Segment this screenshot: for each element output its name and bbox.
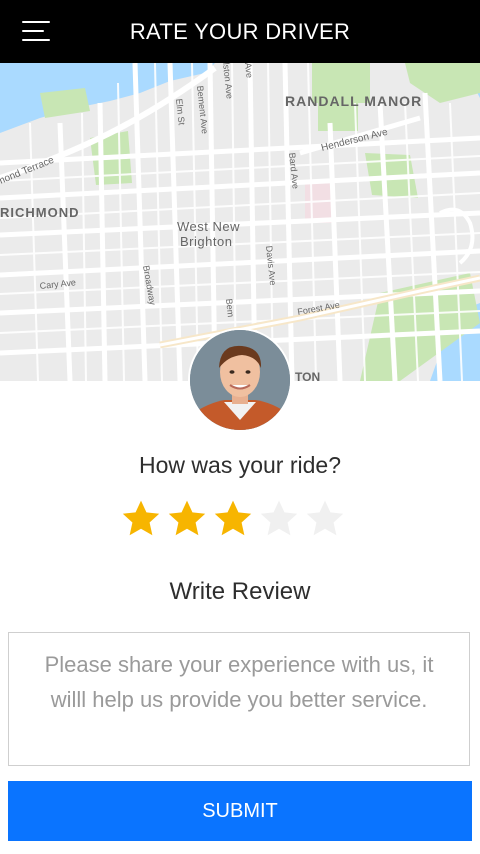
hamburger-menu-icon[interactable] — [22, 20, 50, 42]
review-input[interactable] — [9, 633, 469, 765]
star-empty-icon[interactable] — [304, 498, 346, 540]
map-label-bem: Bem — [224, 298, 236, 317]
page-title: RATE YOUR DRIVER — [129, 18, 351, 44]
submit-button[interactable]: SUBMIT — [8, 781, 472, 841]
review-box — [8, 632, 470, 766]
star-filled-icon[interactable] — [120, 498, 162, 540]
star-filled-icon[interactable] — [212, 498, 254, 540]
review-label: Write Review — [169, 578, 311, 605]
star-rating[interactable] — [120, 498, 350, 544]
map-label-partial: TON — [295, 370, 320, 381]
map-label-brighton: Brighton — [180, 234, 232, 249]
driver-avatar — [190, 330, 290, 430]
header-bar: RATE YOUR DRIVER — [0, 0, 480, 63]
rating-question: How was your ride? — [139, 452, 341, 478]
star-filled-icon[interactable] — [166, 498, 208, 540]
map-label-randall-manor: RANDALL MANOR — [285, 93, 422, 109]
map-label-west-new: West New — [177, 219, 240, 234]
map-label-ave: Ave — [243, 63, 255, 78]
star-empty-icon[interactable] — [258, 498, 300, 540]
map-label-richmond: RICHMOND — [0, 205, 80, 220]
